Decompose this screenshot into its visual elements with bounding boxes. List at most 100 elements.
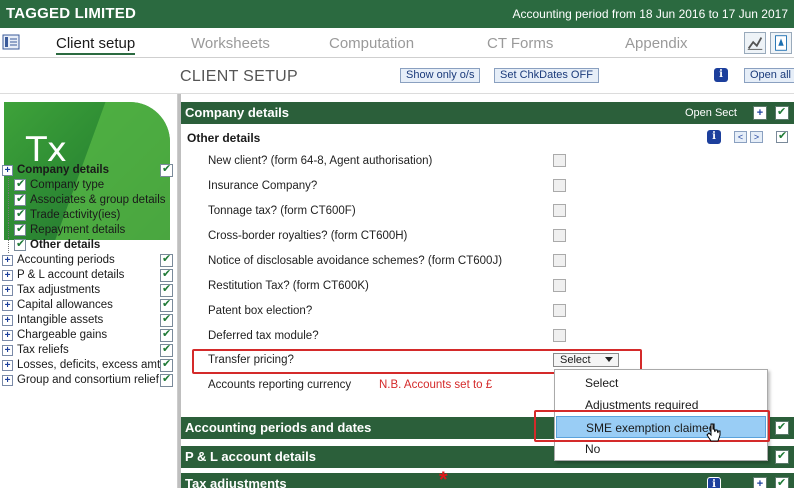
field-label: Deferred tax module?: [208, 330, 319, 342]
expand-icon[interactable]: +: [2, 300, 13, 311]
item-checkbox[interactable]: [14, 207, 26, 222]
field-checkbox[interactable]: [553, 304, 566, 317]
open-sect-label[interactable]: Open Sect: [685, 107, 737, 119]
chart-tool-icon[interactable]: [744, 32, 766, 54]
sidebar-item[interactable]: Repayment details: [0, 222, 177, 238]
next-button[interactable]: >: [750, 131, 763, 143]
expand-icon[interactable]: +: [2, 330, 13, 341]
info-icon[interactable]: i: [707, 477, 721, 488]
item-status-check[interactable]: [160, 252, 173, 267]
sidebar-item-label: Trade activity(ies): [30, 209, 121, 221]
tree-connector: [8, 238, 9, 253]
field-label: New client? (form 64-8, Agent authorisat…: [208, 155, 433, 167]
company-name: TAGGED LIMITED: [6, 5, 137, 22]
currency-label: Accounts reporting currency: [208, 379, 352, 391]
expand-button[interactable]: +: [753, 477, 767, 488]
field-checkbox[interactable]: [553, 254, 566, 267]
section-complete-check[interactable]: [775, 476, 789, 488]
item-status-check[interactable]: [160, 342, 173, 357]
sidebar-item[interactable]: + Tax adjustments: [0, 282, 177, 298]
sidebar-item[interactable]: + Company details: [0, 162, 177, 178]
field-checkbox[interactable]: [553, 329, 566, 342]
sidebar-item[interactable]: + Group and consortium relief: [0, 372, 177, 388]
item-status-check[interactable]: [160, 312, 173, 327]
sidebar-item-label: Tax adjustments: [17, 284, 101, 296]
field-checkbox[interactable]: [553, 204, 566, 217]
field-checkbox[interactable]: [553, 154, 566, 167]
tab-appendix[interactable]: Appendix: [625, 35, 688, 52]
document-list-icon[interactable]: [2, 34, 20, 50]
item-status-check[interactable]: [160, 282, 173, 297]
item-status-check[interactable]: [160, 297, 173, 312]
other-details-title: Other details: [187, 131, 261, 145]
tree-connector: [8, 178, 9, 193]
field-label: Notice of disclosable avoidance schemes?…: [208, 255, 503, 267]
accounting-period: Accounting period from 18 Jun 2016 to 17…: [512, 7, 788, 21]
sidebar-item[interactable]: Company type: [0, 177, 177, 193]
section-complete-check[interactable]: [775, 420, 789, 435]
info-icon[interactable]: i: [714, 68, 728, 82]
expand-icon[interactable]: +: [2, 165, 13, 176]
sidebar-item-label: Losses, deficits, excess amts: [17, 359, 166, 371]
page-header: CLIENT SETUP Show only o/s Set ChkDates …: [0, 58, 794, 94]
tab-worksheets[interactable]: Worksheets: [191, 35, 270, 52]
item-status-check[interactable]: [160, 267, 173, 282]
sidebar-item[interactable]: + Losses, deficits, excess amts: [0, 357, 177, 373]
expand-icon[interactable]: +: [2, 285, 13, 296]
field-label: Insurance Company?: [208, 180, 318, 192]
sidebar-item[interactable]: + Tax reliefs: [0, 342, 177, 358]
expand-icon[interactable]: +: [2, 315, 13, 326]
item-status-check[interactable]: [160, 327, 173, 342]
dropdown-option-select[interactable]: Select: [556, 372, 766, 394]
item-status-check[interactable]: [160, 357, 173, 372]
title-bar: TAGGED LIMITED Accounting period from 18…: [0, 0, 794, 28]
sidebar-item[interactable]: Other details: [0, 237, 177, 253]
field-checkbox[interactable]: [553, 179, 566, 192]
field-label: Restitution Tax? (form CT600K): [208, 280, 369, 292]
pointer-cursor-icon: [706, 423, 721, 442]
sidebar-item[interactable]: Associates & group details: [0, 192, 177, 208]
section-company-details[interactable]: Company details Open Sect +: [181, 102, 794, 124]
item-status-check[interactable]: [160, 162, 173, 177]
sidebar-item[interactable]: + Capital allowances: [0, 297, 177, 313]
item-checkbox[interactable]: [14, 177, 26, 192]
section-tax-adjustments[interactable]: Tax adjustments * i +: [181, 467, 794, 488]
item-checkbox[interactable]: [14, 192, 26, 207]
set-chkdates-button[interactable]: Set ChkDates OFF: [494, 68, 599, 83]
sidebar-item[interactable]: + P & L account details: [0, 267, 177, 283]
required-marker: *: [439, 467, 448, 488]
sidebar-item[interactable]: + Intangible assets: [0, 312, 177, 328]
expand-icon[interactable]: +: [2, 360, 13, 371]
show-only-os-button[interactable]: Show only o/s: [400, 68, 481, 83]
sidebar-item[interactable]: + Chargeable gains: [0, 327, 177, 343]
expand-icon[interactable]: +: [2, 255, 13, 266]
sidebar-item-label: Other details: [30, 239, 101, 251]
prev-button[interactable]: <: [734, 131, 747, 143]
document-tool-icon[interactable]: [770, 32, 792, 54]
item-checkbox[interactable]: [14, 222, 26, 237]
tab-client-setup[interactable]: Client setup: [56, 35, 136, 55]
expand-button[interactable]: +: [753, 106, 767, 120]
expand-icon[interactable]: +: [2, 270, 13, 281]
sidebar-item[interactable]: + Accounting periods: [0, 252, 177, 268]
main-nav: Client setup Worksheets Computation CT F…: [0, 28, 794, 58]
field-label: Tonnage tax? (form CT600F): [208, 205, 356, 217]
expand-icon[interactable]: +: [2, 375, 13, 386]
field-label: Patent box election?: [208, 305, 313, 317]
item-checkbox[interactable]: [14, 237, 26, 252]
open-all-button[interactable]: Open all: [744, 68, 794, 83]
section-complete-check[interactable]: [775, 449, 789, 464]
other-details-check[interactable]: [776, 129, 788, 143]
tab-ct-forms[interactable]: CT Forms: [487, 35, 553, 52]
section-complete-check[interactable]: [775, 105, 789, 120]
item-status-check[interactable]: [160, 372, 173, 387]
expand-icon[interactable]: +: [2, 345, 13, 356]
tree-connector: [8, 223, 9, 238]
sidebar: Tx +Company detailsCompany typeAssociate…: [0, 94, 178, 488]
tab-computation[interactable]: Computation: [329, 35, 414, 52]
field-checkbox[interactable]: [553, 229, 566, 242]
field-checkbox[interactable]: [553, 279, 566, 292]
sidebar-item[interactable]: Trade activity(ies): [0, 207, 177, 223]
info-icon[interactable]: i: [707, 130, 721, 144]
sidebar-item-label: Accounting periods: [17, 254, 115, 266]
